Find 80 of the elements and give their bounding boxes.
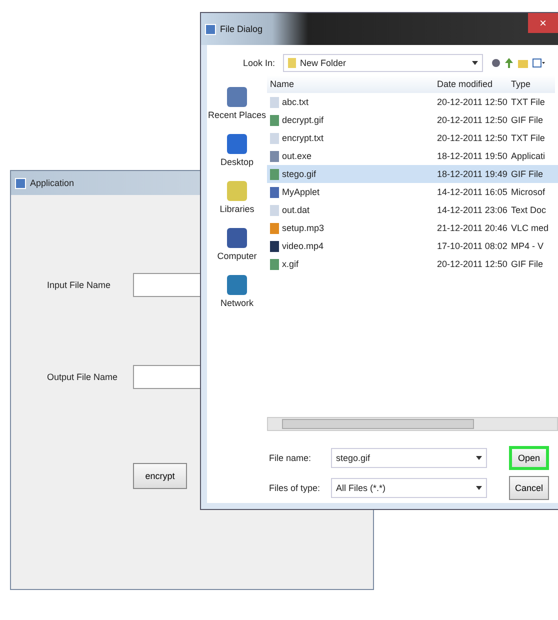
file-icon (270, 204, 279, 216)
file-icon (270, 186, 279, 198)
window-icon (205, 24, 216, 34)
file-date: 20-12-2011 12:50 (437, 115, 508, 125)
file-type: TXT File (511, 133, 546, 143)
file-name-label: File name: (269, 453, 312, 463)
places-item[interactable]: Network (220, 275, 254, 308)
file-type: Applicati (511, 151, 546, 161)
file-row[interactable]: stego.gif 18-12-2011 19:49 GIF File (267, 165, 558, 183)
file-type: Text Doc (511, 205, 548, 215)
file-name: setup.mp3 (282, 223, 324, 233)
column-header[interactable]: Name (267, 75, 437, 93)
file-name: out.exe (282, 151, 312, 161)
file-date: 20-12-2011 12:50 (437, 133, 508, 143)
file-type-label: Files of type: (269, 483, 322, 493)
file-type: TXT File (511, 97, 546, 107)
file-row[interactable]: abc.txt 20-12-2011 12:50 TXT File (267, 93, 558, 111)
file-name: video.mp4 (282, 241, 324, 251)
file-date: 14-12-2011 16:05 (437, 187, 508, 197)
file-date: 17-10-2011 08:02 (437, 241, 508, 251)
file-row[interactable]: out.dat 14-12-2011 23:06 Text Doc (267, 201, 558, 219)
file-icon (270, 240, 279, 252)
file-type: GIF File (511, 259, 544, 269)
file-row[interactable]: video.mp4 17-10-2011 08:02 MP4 - V (267, 237, 558, 255)
file-row[interactable]: out.exe 18-12-2011 19:50 Applicati (267, 147, 558, 165)
places-item[interactable]: Desktop (220, 134, 254, 167)
file-date: 18-12-2011 19:49 (437, 169, 508, 179)
file-name-field[interactable]: stego.gif (331, 448, 487, 468)
file-name: decrypt.gif (282, 115, 324, 125)
file-date: 20-12-2011 12:50 (437, 259, 508, 269)
file-icon (270, 150, 279, 162)
file-row[interactable]: decrypt.gif 20-12-2011 12:50 GIF File (267, 111, 558, 129)
up-folder-icon[interactable] (504, 57, 514, 69)
field-label: Input File Name (47, 280, 112, 290)
file-date: 14-12-2011 23:06 (437, 205, 508, 215)
file-type-dropdown[interactable]: All Files (*.*) (331, 478, 487, 498)
file-type: GIF File (511, 169, 544, 179)
file-name: abc.txt (282, 97, 309, 107)
cancel-button[interactable]: Cancel (509, 476, 549, 500)
file-type: Microsof (511, 187, 546, 197)
file-name: encrypt.txt (282, 133, 324, 143)
look-in-dropdown[interactable]: New Folder (283, 54, 484, 72)
window-icon (15, 178, 26, 188)
file-name: out.dat (282, 205, 310, 215)
file-icon (270, 258, 279, 270)
column-header[interactable]: Type (511, 75, 555, 93)
close-button[interactable]: × (528, 13, 558, 33)
file-type: VLC med (511, 223, 550, 233)
file-icon (270, 132, 279, 144)
window-title: Application (30, 178, 74, 188)
file-type: GIF File (511, 115, 544, 125)
places-item[interactable]: Libraries (220, 181, 254, 214)
file-date: 20-12-2011 12:50 (437, 97, 508, 107)
window-title: File Dialog (220, 24, 263, 34)
caret-icon (476, 456, 482, 460)
column-header[interactable]: Date modified (437, 75, 511, 93)
open-button[interactable]: Open (509, 446, 549, 470)
places-item[interactable]: Recent Places (208, 87, 266, 120)
file-name: x.gif (282, 259, 299, 269)
view-menu-icon[interactable] (532, 57, 546, 69)
file-name: MyApplet (282, 187, 320, 197)
field-label: Output File Name (47, 372, 119, 382)
caret-icon (476, 486, 482, 490)
encrypt-button[interactable]: encrypt (133, 463, 187, 489)
file-icon (270, 114, 279, 126)
caret-icon (472, 61, 478, 65)
file-date: 21-12-2011 20:46 (437, 223, 508, 233)
file-row[interactable]: setup.mp3 21-12-2011 20:46 VLC med (267, 219, 558, 237)
file-row[interactable]: encrypt.txt 20-12-2011 12:50 TXT File (267, 129, 558, 147)
file-row[interactable]: x.gif 20-12-2011 12:50 GIF File (267, 255, 558, 273)
file-type: MP4 - V (511, 241, 545, 251)
file-name: stego.gif (282, 169, 316, 179)
look-in-label: Look In: (243, 58, 276, 68)
places-item[interactable]: Computer (217, 228, 257, 261)
horizontal-scrollbar[interactable] (267, 417, 558, 431)
file-date: 18-12-2011 19:50 (437, 151, 508, 161)
file-icon (270, 96, 279, 108)
file-icon (270, 222, 279, 234)
file-row[interactable]: MyApplet 14-12-2011 16:05 Microsof (267, 183, 558, 201)
file-icon (270, 168, 279, 180)
